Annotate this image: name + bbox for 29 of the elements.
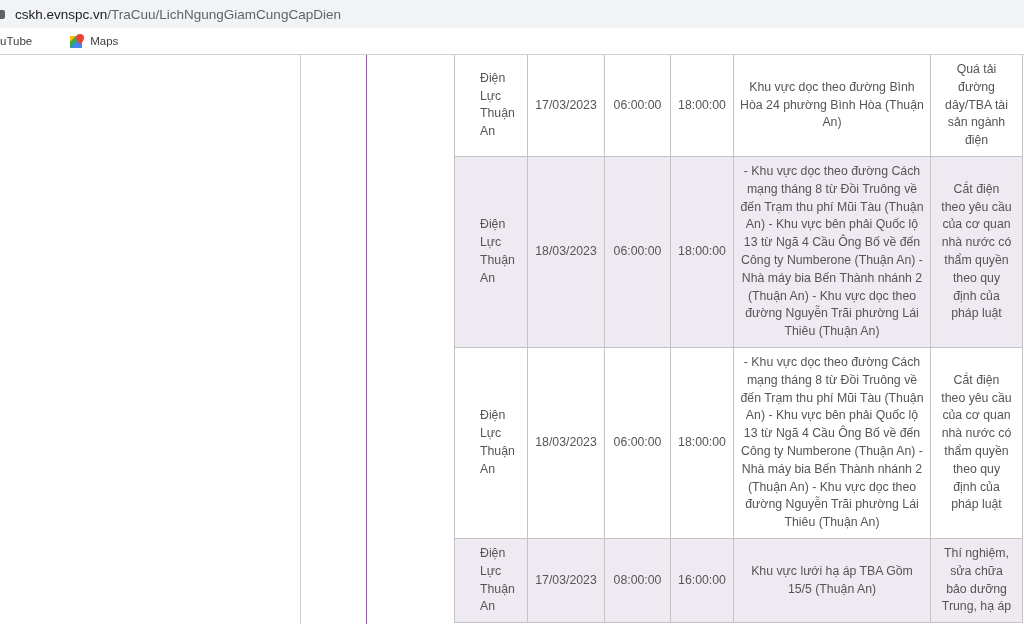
bookmark-link[interactable]: uTube bbox=[0, 35, 33, 47]
end-time-cell: 18:00:00 bbox=[670, 55, 734, 157]
area-cell: - Khu vực dọc theo đường Cách mạng tháng 8 từ Đồi Truông về đến Trạm thu phí Mũi Tàu (Thuận An) - Khu vực bên phải Quốc lộ 13 từ Ngã 4 Cầu Ông Bố về đến Công ty Numberone (Thuận An) - Nhà máy bia Bến Thành nhánh 2 (Thuận An) - Khu vực dọc theo đường Nguyễn Trãi phường Lái Thiêu (Thuận An) bbox=[733, 156, 931, 348]
date-cell: 17/03/2023 bbox=[527, 538, 605, 623]
area-cell: - Khu vực dọc theo đường Cách mạng tháng 8 từ Đồi Truông về đến Trạm thu phí Mũi Tàu (Thuận An) - Khu vực bên phải Quốc lộ 13 từ Ngã 4 Cầu Ông Bố về đến Công ty Numberone (Thuận An) - Nhà máy bia Bến Thành nhánh 2 (Thuận An) - Khu vực dọc theo đường Nguyễn Trãi phường Lái Thiêu (Thuận An) bbox=[733, 347, 931, 539]
start-time-cell: 06:00:00 bbox=[604, 55, 671, 157]
reason-cell: Quá tải đường dây/TBA tài sản ngành điện bbox=[930, 55, 1023, 157]
date-cell: 18/03/2023 bbox=[527, 156, 605, 348]
area-cell: Khu vực dọc theo đường Bình Hòa 24 phường Bình Hòa (Thuận An) bbox=[733, 55, 931, 157]
end-time-cell: 18:00:00 bbox=[670, 347, 734, 539]
unit-cell: Điện Lực Thuận An bbox=[454, 538, 528, 623]
date-cell: 17/03/2023 bbox=[527, 55, 605, 157]
unit-cell: Điện Lực Thuận An bbox=[454, 347, 528, 539]
reason-cell: Thí nghiệm, sửa chữa bảo dưỡng Trung, hạ áp bbox=[930, 538, 1023, 623]
date-cell: 18/03/2023 bbox=[527, 347, 605, 539]
url-text: cskh.evnspc.vn/TraCuu/LichNgungGiamCungCapDien bbox=[15, 6, 341, 22]
area-cell: Khu vực lưới hạ áp TBA Gồm 15/5 (Thuận An) bbox=[733, 538, 931, 623]
unit-cell: Điện Lực Thuận An bbox=[454, 156, 528, 348]
unit-cell: Điện Lực Thuận An bbox=[454, 55, 528, 157]
bookmark-link[interactable]: Maps bbox=[52, 34, 119, 48]
start-time-cell: 06:00:00 bbox=[604, 156, 671, 348]
reason-cell: Cắt điện theo yêu cầu của cơ quan nhà nước có thẩm quyền theo quy định của pháp luật bbox=[930, 347, 1023, 539]
start-time-cell: 06:00:00 bbox=[604, 347, 671, 539]
end-time-cell: 18:00:00 bbox=[670, 156, 734, 348]
end-time-cell: 16:00:00 bbox=[670, 538, 734, 623]
address-bar[interactable]: cskh.evnspc.vn/TraCuu/LichNgungGiamCungCapDien bbox=[0, 0, 1024, 28]
start-time-cell: 08:00:00 bbox=[604, 538, 671, 623]
map-pin-icon bbox=[70, 34, 85, 48]
reason-cell: Cắt điện theo yêu cầu của cơ quan nhà nước có thẩm quyền theo quy định của pháp luật bbox=[930, 156, 1023, 348]
